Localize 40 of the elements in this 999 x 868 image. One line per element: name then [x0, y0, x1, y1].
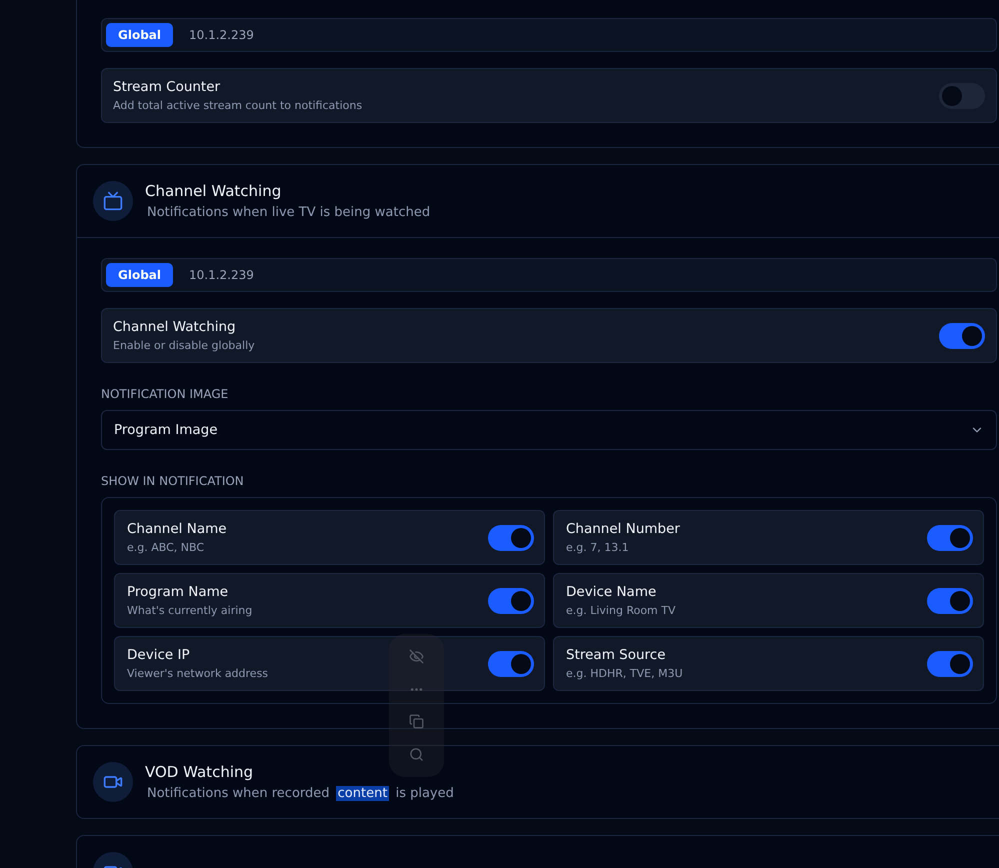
- scope-tab[interactable]: Global: [106, 23, 174, 47]
- toggle-switch[interactable]: [939, 322, 985, 348]
- toggle-switch[interactable]: [939, 82, 985, 108]
- ip-address: 10.1.2.239: [189, 28, 254, 42]
- field-title: Program Name: [127, 584, 230, 600]
- setting-title: Stream Counter: [113, 79, 222, 95]
- section-title: Channel Watching: [145, 182, 282, 200]
- section-subtitle: Notifications when recorded content is played: [146, 786, 455, 801]
- image-select[interactable]: Program Image: [101, 410, 997, 450]
- section-subtitle: Notifications when live TV is being watched: [146, 205, 432, 220]
- setting-description: Enable or disable globally: [113, 339, 255, 352]
- scope-tab[interactable]: Global: [106, 263, 174, 287]
- setting-title: Channel Watching: [113, 319, 237, 335]
- setting-description: Add total active stream count to notifications: [113, 99, 362, 112]
- eye-off-icon[interactable]: [409, 648, 424, 664]
- toggle-switch[interactable]: [488, 650, 534, 676]
- copy-icon[interactable]: [409, 714, 424, 730]
- field-description: e.g. Living Room TV: [566, 604, 676, 617]
- field-title: Device IP: [127, 647, 191, 663]
- field-title: Channel Name: [127, 521, 227, 537]
- ip-address: 10.1.2.239: [189, 268, 254, 282]
- toggle-switch[interactable]: [927, 650, 973, 676]
- section-title: VOD Watching: [145, 763, 254, 781]
- toggle-switch[interactable]: [488, 524, 534, 550]
- video-camera-icon: [93, 762, 133, 802]
- field-title: Stream Source: [566, 647, 667, 663]
- tv-icon: [93, 181, 133, 221]
- section-label: NOTIFICATION IMAGE: [101, 387, 230, 401]
- field-description: e.g. HDHR, TVE, M3U: [566, 667, 683, 680]
- toggle-switch[interactable]: [927, 588, 973, 614]
- toggle-switch[interactable]: [927, 524, 973, 550]
- field-description: What's currently airing: [127, 604, 252, 617]
- field-description: e.g. 7, 13.1: [566, 541, 630, 554]
- field-description: e.g. ABC, NBC: [127, 541, 206, 554]
- field-description: Viewer's network address: [127, 667, 268, 680]
- section-label: SHOW IN NOTIFICATION: [101, 474, 245, 488]
- field-title: Device Name: [566, 584, 658, 600]
- field-title: Channel Number: [566, 521, 680, 537]
- search-icon[interactable]: [409, 747, 424, 762]
- toggle-switch[interactable]: [488, 588, 534, 614]
